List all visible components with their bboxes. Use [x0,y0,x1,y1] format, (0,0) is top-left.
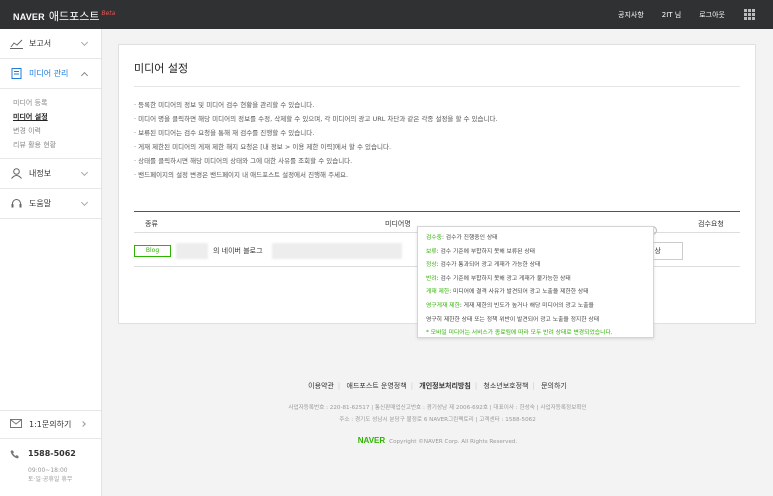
description-line: · 보류된 미디어는 검수 요청을 통해 재 검수를 진행할 수 있습니다. [134,129,315,137]
status-key: 정상 [426,262,437,269]
footer: 이용약관 | 애드포스트 운영정책 | 개인정보처리방침 | 청소년보호정책 | 문의하… [102,381,773,445]
tooltip-line: 반려: 검수 기준에 부합하지 못해 광고 게재가 불가능한 상태 [426,273,653,287]
tooltip-line: 영구히 제한한 상태 또는 정책 위반이 발견되어 광고 노출을 정지한 상태 [426,316,600,323]
phone-info: 1588-5062 09:00~18:00 토·일·공휴일 휴무 [0,438,101,496]
logout-link[interactable]: 로그아웃 [699,10,725,20]
tooltip-line: 검수중: 검수가 진행중인 상태 [426,232,653,246]
chevron-down-icon [80,198,89,207]
status-help-tooltip: 검수중: 검수가 진행중인 상태 보류: 검수 기준에 부합하지 못해 보류된 … [417,226,654,338]
description-list: · 등록한 미디어의 정보 및 미디어 검수 현황을 관리할 수 있습니다. ·… [134,98,498,182]
tooltip-line: 정상: 검수가 통과되어 광고 게재가 가능한 상태 [426,259,653,273]
status-key: 게재 제한 [426,289,450,296]
chart-line-icon [10,38,23,49]
company-info-line: 사업자등록번호 : 220-81-62517 | 통신판매업신고번호 : 경기성… [288,405,587,411]
adpost-logo-text: 애드포스트 [48,10,100,23]
chevron-up-icon [80,71,89,80]
support-hours-closed: 토·일·공휴일 휴무 [28,476,73,483]
top-links: 공지사항 2IT 님 로그아웃 [600,10,725,20]
col-review-request: 검수요청 [698,220,724,228]
top-navbar: NAVER 애드포스트 Beta 공지사항 2IT 님 로그아웃 [0,0,773,29]
chevron-right-icon [80,421,86,427]
sidebar-item-my-info[interactable]: 내정보 [0,159,101,189]
phone-icon [10,449,20,461]
status-key: 보류 [426,248,437,255]
col-type: 종류 [145,220,158,228]
chevron-down-icon [80,168,89,177]
redacted-text [272,243,402,259]
sidebar-item-label: 보고서 [29,39,52,48]
divider [134,86,740,87]
description-line: · 미디어 명을 클릭하면 해당 미디어의 정보를 수정, 삭제할 수 있으며,… [134,115,498,123]
redacted-text [176,243,208,259]
copyright-text: Copyright ©NAVER Corp. All Rights Reserv… [389,439,518,445]
footer-link-privacy[interactable]: 개인정보처리방침 [419,382,471,390]
user-name-link[interactable]: 2IT 님 [662,10,681,20]
naver-logo-text: NAVER [13,12,45,22]
submenu-review-usage[interactable]: 리뷰 활용 현황 [13,138,101,152]
footer-link-policy[interactable]: 애드포스트 운영정책 [347,382,407,390]
description-line: · 등록한 미디어의 정보 및 미디어 검수 현황을 관리할 수 있습니다. [134,101,315,109]
description-line: · 밴드페이지의 설정 변경은 밴드페이지 내 애드포스트 설정에서 진행해 주… [134,171,349,179]
notice-link[interactable]: 공지사항 [618,10,644,20]
chevron-down-icon [80,38,89,47]
company-info: 사업자등록번호 : 220-81-62517 | 통신판매업신고번호 : 경기성… [102,402,773,426]
tooltip-line: 게재 제한: 미디어에 결격 사유가 발견되어 광고 노출을 제한한 상태 [426,286,653,300]
media-submenu: 미디어 등록 미디어 설정 변경 이력 리뷰 활용 현황 [0,89,101,159]
submenu-media-register[interactable]: 미디어 등록 [13,96,101,110]
tooltip-line: 영구게재 제한: 게재 제한의 빈도가 높거나 해당 미디어의 광고 노출을 [426,300,653,314]
status-text: : 미디어에 결격 사유가 발견되어 광고 노출을 제한한 상태 [449,289,589,296]
tooltip-line: 보류: 검수 기준에 부합하지 못해 보류된 상태 [426,246,653,260]
person-icon [10,168,23,179]
status-key: 영구게재 제한 [426,302,460,309]
status-key: 반려 [426,275,437,282]
support-hours: 09:00~18:00 토·일·공휴일 휴무 [28,466,72,484]
footer-link-contact[interactable]: 문의하기 [541,382,567,390]
status-text: : 검수가 통과되어 광고 게재가 가능한 상태 [436,262,541,269]
status-key: 검수중 [426,235,442,241]
media-name-link[interactable]: 의 네이버 블로그 [213,246,263,256]
description-line: · 게재 제한된 미디어의 게재 제한 해지 요청은 [내 정보 > 이용 제한… [134,143,392,151]
sidebar-support: 1:1문의하기 1588-5062 09:00~18:00 토·일·공휴일 휴무 [0,410,101,496]
submenu-media-settings[interactable]: 미디어 설정 [13,110,101,124]
status-text: : 검수 기준에 부합하지 못해 보류된 상태 [436,248,536,255]
sidebar: 보고서 미디어 관리 미디어 등록 미디어 설정 변경 이력 리뷰 활용 현황 … [0,29,102,496]
inquiry-label: 1:1문의하기 [29,420,72,429]
status-text: : 검수가 진행중인 상태 [442,235,498,241]
sidebar-item-label: 미디어 관리 [29,69,69,78]
page-title: 미디어 설정 [134,62,189,75]
sidebar-item-help[interactable]: 도움말 [0,189,101,219]
submenu-change-history[interactable]: 변경 이력 [13,124,101,138]
sidebar-item-label: 내정보 [29,169,52,178]
headset-icon [10,198,23,209]
col-media-name: 미디어명 [385,220,411,228]
media-type-badge: Blog [134,245,171,257]
inquiry-link[interactable]: 1:1문의하기 [0,410,101,438]
company-info-line: 주소 : 경기도 성남시 분당구 불정로 6 NAVER그린팩토리 | 고객센터… [339,417,536,423]
description-line: · 상태를 클릭하시면 해당 미디어의 상태와 그에 대한 사유를 조회할 수 … [134,157,353,165]
app-grid-icon[interactable] [744,9,755,20]
footer-link-terms[interactable]: 이용약관 [308,382,334,390]
naver-footer-logo: NAVER [357,436,386,445]
status-text: : 게재 제한의 빈도가 높거나 해당 미디어의 광고 노출을 [459,302,594,309]
tooltip-note: * 모바일 미디어는 서비스가 종료됨에 따라 모두 반려 상태로 변경되었습니… [426,330,613,337]
sidebar-item-label: 도움말 [29,199,52,208]
sidebar-item-report[interactable]: 보고서 [0,29,101,59]
document-icon [10,68,23,79]
phone-number: 1588-5062 [28,449,76,458]
mail-icon [10,419,23,430]
footer-link-youth[interactable]: 청소년보호정책 [483,382,528,390]
footer-links: 이용약관 | 애드포스트 운영정책 | 개인정보처리방침 | 청소년보호정책 | 문의하… [308,382,567,390]
brand-logo[interactable]: NAVER 애드포스트 Beta [13,8,115,24]
sidebar-item-media-manage[interactable]: 미디어 관리 [0,59,101,89]
beta-mark: Beta [101,10,116,17]
status-text: : 검수 기준에 부합하지 못해 광고 게재가 불가능한 상태 [436,275,571,282]
copyright: NAVER Copyright ©NAVER Corp. All Rights R… [102,436,773,445]
support-hours-time: 09:00~18:00 [28,467,68,474]
main-content: 미디어 설정 · 등록한 미디어의 정보 및 미디어 검수 현황을 관리할 수 … [102,29,773,496]
